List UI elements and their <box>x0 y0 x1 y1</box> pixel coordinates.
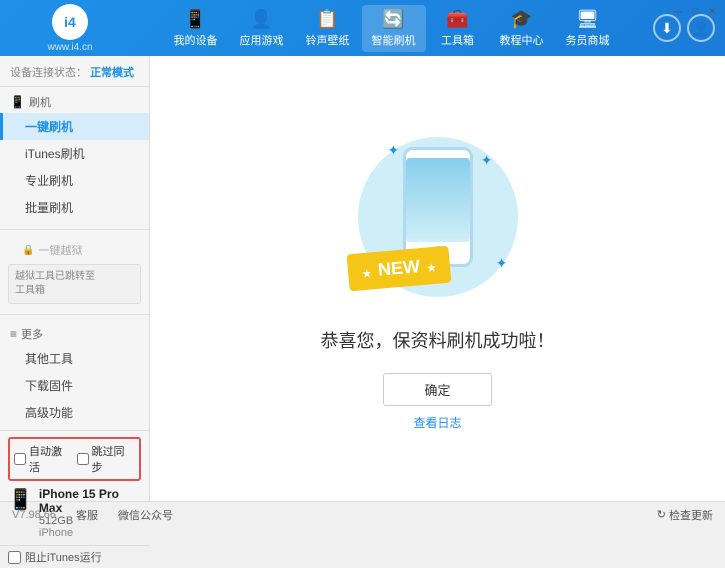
nav-toolbox[interactable]: 🧰 工具箱 <box>428 5 488 52</box>
auto-activate-option[interactable]: 自动激活 <box>14 443 73 475</box>
my-device-icon: 📱 <box>184 9 206 30</box>
toolbox-icon: 🧰 <box>446 9 468 30</box>
sidebar: 设备连接状态： 正常模式 📱 刷机 一键刷机 iTunes刷机 专业刷机 <box>0 56 150 501</box>
logo-icon: i4 <box>52 4 88 40</box>
status-bar: 设备连接状态： 正常模式 <box>0 60 149 87</box>
sidebar-divider-2 <box>0 314 149 315</box>
jailbreak-section-header: 🔒 一键越狱 <box>0 238 149 262</box>
device-type: iPhone <box>39 527 141 539</box>
nav-tutorial[interactable]: 🎓 教程中心 <box>490 5 554 52</box>
more-section: ≡ 更多 其他工具 下载固件 高级功能 <box>0 319 149 430</box>
sidebar-divider-1 <box>0 229 149 230</box>
sidebar-item-download-firmware[interactable]: 下载固件 <box>0 372 149 399</box>
footer-link-wechat[interactable]: 微信公众号 <box>118 507 173 523</box>
maximize-button[interactable]: □ <box>688 4 702 18</box>
lock-icon: 🔒 <box>22 245 34 256</box>
flash-section-header: 📱 刷机 <box>0 91 149 113</box>
ringtones-icon: 📋 <box>316 9 338 30</box>
nav-apps-games[interactable]: 👤 应用游戏 <box>230 5 294 52</box>
flash-section: 📱 刷机 一键刷机 iTunes刷机 专业刷机 批量刷机 <box>0 87 149 225</box>
smart-flash-icon: 🔄 <box>382 9 404 30</box>
time-sync-option[interactable]: 跳过同步 <box>77 443 136 475</box>
sidebar-item-itunes-flash[interactable]: iTunes刷机 <box>0 140 149 167</box>
logo-area: i4 www.i4.cn <box>10 4 130 53</box>
itunes-bar: 阻止iTunes运行 <box>0 545 149 568</box>
apps-games-icon: 👤 <box>250 9 272 30</box>
auto-options: 自动激活 跳过同步 <box>8 437 141 481</box>
nav-bar: 📱 我的设备 👤 应用游戏 📋 铃声壁纸 🔄 智能刷机 🧰 工具箱 🎓 <box>130 5 653 52</box>
phone-screen <box>406 158 470 242</box>
phone-illustration: ✦ ✦ ✦ NEW <box>348 127 528 307</box>
success-message: 恭喜您，保资料刷机成功啦！ <box>321 327 555 353</box>
sparkle-1: ✦ <box>388 142 400 159</box>
download-button[interactable]: ⬇ <box>653 14 681 42</box>
view-log-link[interactable]: 查看日志 <box>413 414 461 431</box>
confirm-button[interactable]: 确定 <box>383 373 491 406</box>
more-section-icon: ≡ <box>10 327 17 341</box>
footer-refresh[interactable]: ↻ 检查更新 <box>657 507 713 523</box>
sidebar-item-other-tools[interactable]: 其他工具 <box>0 345 149 372</box>
business-icon: 🖥 <box>576 9 599 30</box>
close-button[interactable]: ✕ <box>705 4 719 18</box>
nav-my-device[interactable]: 📱 我的设备 <box>164 5 228 52</box>
more-section-header: ≡ 更多 <box>0 323 149 345</box>
user-button[interactable]: 👤 <box>687 14 715 42</box>
footer-version: V7.98.66 <box>12 509 56 521</box>
logo-sub: www.i4.cn <box>47 42 92 53</box>
minimize-button[interactable]: — <box>671 4 685 18</box>
header: i4 www.i4.cn 📱 我的设备 👤 应用游戏 📋 铃声壁纸 🔄 智能刷机 <box>0 0 725 56</box>
main-container: 设备连接状态： 正常模式 📱 刷机 一键刷机 iTunes刷机 专业刷机 <box>0 56 725 501</box>
window-controls: — □ ✕ <box>671 4 719 18</box>
sidebar-item-one-key-flash[interactable]: 一键刷机 <box>0 113 149 140</box>
header-actions: ⬇ 👤 <box>653 14 715 42</box>
main-content: ✦ ✦ ✦ NEW 恭喜您，保资料刷机成功啦！ 确定 查看日志 <box>150 56 725 501</box>
flash-section-icon: 📱 <box>10 95 25 109</box>
sidebar-item-pro-flash[interactable]: 专业刷机 <box>0 167 149 194</box>
sparkle-3: ✦ <box>496 255 508 272</box>
time-sync-checkbox[interactable] <box>77 453 89 465</box>
sidebar-item-batch-flash[interactable]: 批量刷机 <box>0 194 149 221</box>
block-itunes-checkbox[interactable] <box>8 551 21 564</box>
tutorial-icon: 🎓 <box>510 9 532 30</box>
sparkle-2: ✦ <box>481 152 493 169</box>
jailbreak-section: 🔒 一键越狱 越狱工具已跳转至工具箱 <box>0 234 149 310</box>
jailbreak-notice: 越狱工具已跳转至工具箱 <box>8 264 141 304</box>
nav-business[interactable]: 🖥 务员商城 <box>556 5 620 52</box>
nav-ringtones[interactable]: 📋 铃声壁纸 <box>296 5 360 52</box>
nav-smart-flash[interactable]: 🔄 智能刷机 <box>362 5 426 52</box>
refresh-icon: ↻ <box>657 508 666 521</box>
footer-link-support[interactable]: 客服 <box>76 507 98 523</box>
auto-activate-checkbox[interactable] <box>14 453 26 465</box>
device-section: 自动激活 跳过同步 📱 iPhone 15 Pro Max 512GB iPho… <box>0 430 149 545</box>
sidebar-item-advanced[interactable]: 高级功能 <box>0 399 149 426</box>
